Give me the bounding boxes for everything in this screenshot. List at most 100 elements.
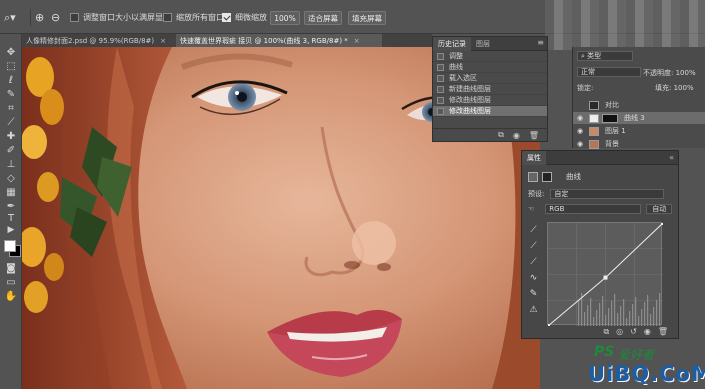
fill-label: 填充: xyxy=(655,84,672,92)
histogram-bar xyxy=(602,296,604,326)
curve-control-point[interactable] xyxy=(603,275,608,280)
auto-button[interactable]: 自动 xyxy=(646,204,673,214)
pencil-draw-icon[interactable]: ✎ xyxy=(528,289,539,300)
quick-mask-icon[interactable]: ◙ xyxy=(4,262,18,275)
marquee-tool-icon[interactable]: ⬚ xyxy=(4,60,18,73)
fill-screen-button[interactable]: 填充屏幕 xyxy=(348,11,386,25)
tab-label: 快速覆盖世界瑕疵 接贝 @ 100%(曲线 3, RGB/8#) * xyxy=(180,36,348,45)
history-item-label: 新建曲线图层 xyxy=(449,85,491,93)
opacity-control[interactable]: 不透明度: 100% xyxy=(643,68,696,78)
properties-header: 属性 xyxy=(522,150,678,165)
trash-icon[interactable]: 🗑 xyxy=(529,131,539,140)
visibility-icon[interactable]: ◉ xyxy=(644,327,651,336)
history-item-selected[interactable]: 修改曲线图层 xyxy=(433,106,547,117)
lasso-tool-icon[interactable]: ℓ xyxy=(4,74,18,87)
checkbox-icon xyxy=(163,13,172,22)
quick-select-tool-icon[interactable]: ✎ xyxy=(4,88,18,101)
screen-mode-icon[interactable]: ▭ xyxy=(4,276,18,289)
eye-icon[interactable]: ◉ xyxy=(577,127,586,135)
curves-graph[interactable] xyxy=(546,221,665,328)
tab-history[interactable]: 历史记录 xyxy=(433,36,471,51)
curve-edit-icon[interactable]: ∿ xyxy=(528,273,539,284)
histogram-bar xyxy=(578,300,580,326)
histogram xyxy=(578,293,661,326)
clip-to-layer-icon[interactable]: ⧉ xyxy=(603,327,609,337)
zoom-all-windows-checkbox[interactable]: 缩放所有窗口 xyxy=(163,10,224,25)
view-previous-icon[interactable]: ◎ xyxy=(616,327,623,336)
blend-mode-select[interactable]: 正常 xyxy=(577,67,641,77)
mask-icon[interactable] xyxy=(542,171,552,182)
gradient-tool-icon[interactable]: ▦ xyxy=(4,186,18,199)
history-item[interactable]: 载入选区 xyxy=(433,73,547,84)
scrubby-zoom-checkbox[interactable]: 细微缩放 xyxy=(222,10,267,25)
history-item[interactable]: 新建曲线图层 xyxy=(433,84,547,95)
options-bar: ⌕▾ ⊕ ⊖ 调整窗口大小以满屏显示 缩放所有窗口 细微缩放 100% 适合屏幕… xyxy=(0,0,705,50)
layer-row[interactable]: ◉ 背景 xyxy=(573,138,705,150)
layer-mask-thumbnail xyxy=(602,113,618,123)
fill-control[interactable]: 填充: 100% xyxy=(655,83,694,93)
zoom-out-icon[interactable]: ⊖ xyxy=(51,10,60,25)
layer-name: 对比 xyxy=(605,101,619,109)
histogram-bar xyxy=(647,295,649,326)
curve-control-point[interactable] xyxy=(661,221,665,225)
clone-stamp-tool-icon[interactable]: ⊥ xyxy=(4,158,18,171)
layer-row-selected[interactable]: ◉ 曲线 3 xyxy=(573,112,705,124)
layer-name: 图层 1 xyxy=(605,127,626,135)
tab-layers[interactable]: 图层 xyxy=(471,37,495,51)
move-tool-icon[interactable]: ✥ xyxy=(4,46,18,59)
preset-select[interactable]: 自定 xyxy=(550,189,665,199)
close-icon[interactable]: × xyxy=(354,37,360,45)
document-tab-bar: 人像精修封面2.psd @ 95.9%(RGB/8#) × 快速覆盖世界瑕疵 接… xyxy=(22,34,432,47)
tab-document-1[interactable]: 人像精修封面2.psd @ 95.9%(RGB/8#) × xyxy=(22,34,172,47)
histogram-bar xyxy=(629,311,631,326)
trash-icon[interactable]: 🗑 xyxy=(658,327,668,336)
foreground-color-swatch[interactable] xyxy=(4,240,16,252)
brush-tool-icon[interactable]: ✐ xyxy=(4,144,18,157)
checkbox-icon xyxy=(70,13,79,22)
resize-windows-checkbox[interactable]: 调整窗口大小以满屏显示 xyxy=(70,10,171,25)
eraser-tool-icon[interactable]: ◇ xyxy=(4,172,18,185)
gray-point-eyedropper-icon[interactable]: ⟋ xyxy=(528,241,539,252)
channel-select[interactable]: RGB xyxy=(545,204,642,214)
eye-icon[interactable]: ◉ xyxy=(577,140,586,148)
zoom-all-windows-label: 缩放所有窗口 xyxy=(176,13,224,22)
curves-plot[interactable] xyxy=(546,221,665,328)
zoom-tool-icon[interactable]: ⌕▾ xyxy=(4,10,16,25)
panel-menu-icon[interactable]: ≡ xyxy=(537,38,544,47)
fill-value[interactable]: 100% xyxy=(674,84,694,92)
path-select-tool-icon[interactable]: ▶ xyxy=(4,224,18,237)
camera-snapshot-icon[interactable]: ◉ xyxy=(513,131,520,140)
layer-thumbnail xyxy=(589,139,599,149)
history-item[interactable]: 调整 xyxy=(433,51,547,62)
close-icon[interactable]: × xyxy=(160,37,166,45)
eyedropper-tool-icon[interactable]: ⟋ xyxy=(4,116,18,129)
opacity-value[interactable]: 100% xyxy=(676,69,696,77)
histogram-bar xyxy=(644,302,646,326)
blend-mode-label: 正常 xyxy=(581,68,595,76)
zoom-value-field[interactable]: 100% xyxy=(270,11,300,25)
layer-row[interactable]: 对比 xyxy=(573,99,705,111)
target-adjust-icon[interactable]: ☜ xyxy=(528,205,534,213)
crop-tool-icon[interactable]: ⌗ xyxy=(4,102,18,115)
histogram-bar xyxy=(596,310,598,326)
fit-screen-button[interactable]: 适合屏幕 xyxy=(304,11,342,25)
zoom-in-icon[interactable]: ⊕ xyxy=(35,10,44,25)
layer-row[interactable]: ◉ 图层 1 xyxy=(573,125,705,137)
black-point-eyedropper-icon[interactable]: ⟋ xyxy=(528,225,539,236)
histogram-warning-icon[interactable]: ⚠ xyxy=(528,305,539,316)
history-item[interactable]: 修改曲线图层 xyxy=(433,95,547,106)
tab-properties[interactable]: 属性 xyxy=(522,150,546,165)
opacity-label: 不透明度: xyxy=(643,69,674,77)
white-point-eyedropper-icon[interactable]: ⟋ xyxy=(528,257,539,268)
collapse-icon[interactable]: « xyxy=(669,153,674,162)
lock-label: 锁定: xyxy=(577,84,594,92)
new-document-from-state-icon[interactable]: ⧉ xyxy=(498,130,504,140)
layer-kind-filter[interactable]: ⌕ 类型 xyxy=(577,51,633,61)
histogram-bar xyxy=(623,299,625,326)
reset-icon[interactable]: ↺ xyxy=(630,327,637,336)
healing-brush-tool-icon[interactable]: ✚ xyxy=(4,130,18,143)
tab-document-2[interactable]: 快速覆盖世界瑕疵 接贝 @ 100%(曲线 3, RGB/8#) * × xyxy=(176,34,382,47)
eye-icon[interactable]: ◉ xyxy=(577,114,586,122)
hand-tool-icon[interactable]: ✋ xyxy=(4,290,18,303)
history-item[interactable]: 曲线 xyxy=(433,62,547,73)
